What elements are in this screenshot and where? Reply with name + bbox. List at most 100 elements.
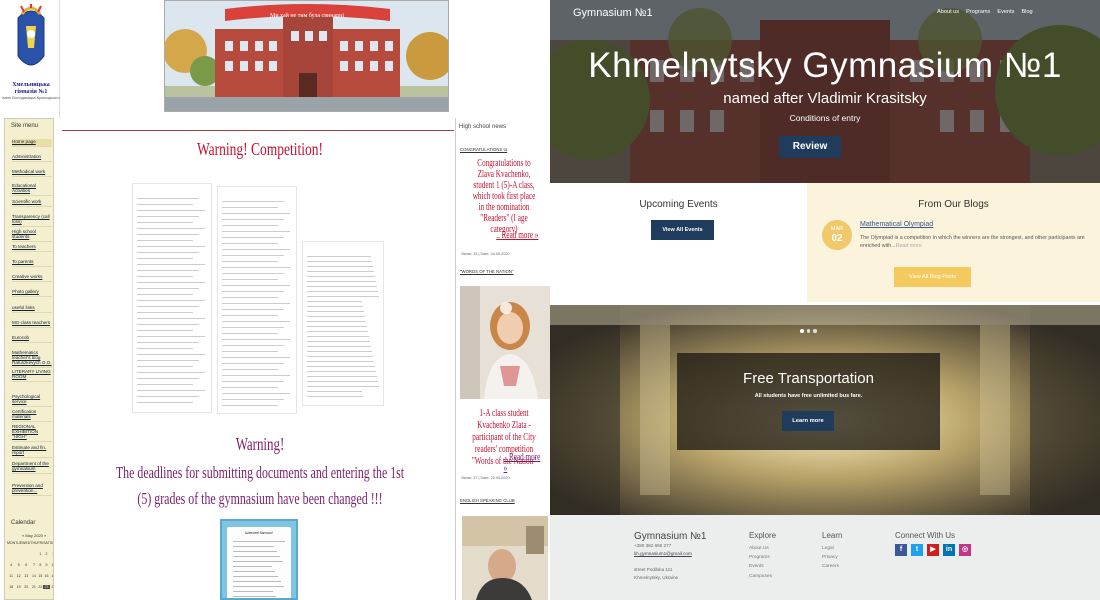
news-item-1-text: Congratulations to Zlava Kvachenko, stud… (472, 158, 536, 235)
calendar-weekday: MON (7, 541, 16, 545)
sidebar-item-scientific[interactable]: Scientific work (12, 199, 52, 207)
site-logo[interactable]: Хмельницька гімназія №1 імені Володимира… (0, 0, 60, 118)
sidebar-item-literary[interactable]: LITERARY LIVING ROOM (12, 369, 52, 382)
sidebar-item-high-school[interactable]: High school students (12, 229, 52, 242)
calendar-day (15, 552, 22, 556)
blogs-title: From Our Blogs (918, 199, 989, 210)
footer-address-line1: street Podilska 111 (634, 567, 673, 572)
sidebar-item-photo[interactable]: Photo gallery (12, 289, 52, 297)
news-category-english-club[interactable]: ENGLISH SPEAKING CLUB (460, 498, 515, 503)
sidebar-item-teachers[interactable]: To teachers (12, 244, 52, 252)
calendar-weekday: WED (22, 541, 31, 545)
sidebar-item-home[interactable]: Home page (12, 139, 52, 147)
blogs-section: From Our Blogs MAR 02 Mathematical Olymp… (807, 183, 1100, 302)
footer-phone[interactable]: +380 382 656 277 (634, 543, 671, 548)
slider-dot-3[interactable] (813, 329, 817, 333)
nav-about[interactable]: About us (937, 9, 959, 15)
footer-link-campuses[interactable]: Campuses (749, 574, 772, 579)
footer-address-line2: Khmelnytsky, Ukraine (634, 575, 679, 580)
blog-post-excerpt: The Olympiad is a competition in which t… (860, 234, 1100, 250)
parents-notice-poster[interactable]: Шановні батьки! (220, 519, 298, 600)
calendar-day[interactable]: 20 (22, 585, 30, 589)
calendar-day (22, 552, 30, 556)
nav-programs[interactable]: Programs (966, 9, 990, 15)
sidebar-item-certification[interactable]: Certification materials (12, 409, 52, 422)
sidebar-item-creative[interactable]: Creative works (12, 274, 52, 282)
sidebar-item-educational[interactable]: Educational Activities (12, 183, 52, 196)
sidebar-item-transparency[interactable]: Transparency (call loss) (12, 214, 52, 227)
sidebar-item-math-blog[interactable]: Mathematics teacher's blog Rafuszkevych … (12, 350, 52, 368)
calendar-day[interactable]: 7 (30, 563, 37, 567)
slider-dot-2[interactable] (806, 329, 810, 333)
calendar-weekday: SUN (49, 541, 53, 545)
sidebar-item-eurocob[interactable]: Eurocob (12, 335, 52, 343)
twitter-icon[interactable]: t (911, 544, 923, 556)
facebook-icon[interactable]: f (895, 544, 907, 556)
view-all-blog-posts-button[interactable]: View All Blog Posts (894, 267, 971, 287)
sidebar-item-mo[interactable]: MO class teachers (12, 320, 52, 328)
footer-explore-title: Explore (749, 531, 777, 540)
sidebar-item-methodical[interactable]: Methodical work (12, 169, 52, 177)
sidebar-item-prevention[interactable]: Prevention and prevention... (12, 483, 52, 496)
sidebar-item-department[interactable]: Department of the gymnasium (12, 461, 52, 474)
competition-document-page-2[interactable] (217, 186, 297, 414)
sidebar-item-parents[interactable]: To parents (12, 259, 52, 267)
calendar-day[interactable]: 24 (50, 585, 53, 589)
banner-ribbon: Ми хай не тим була свинарні (270, 12, 344, 19)
sidebar-item-administration[interactable]: Administration (12, 154, 52, 162)
calendar-day[interactable]: 10 (50, 563, 53, 567)
footer-link-events[interactable]: Events (749, 564, 764, 569)
blog-date-badge: MAR 02 (822, 220, 852, 250)
review-button[interactable]: Review (779, 136, 841, 158)
footer-link-careers[interactable]: Careers (822, 564, 839, 569)
calendar-day[interactable]: 5 (15, 563, 22, 567)
news-photo-student[interactable] (460, 286, 550, 399)
news-category-words-of-nation[interactable]: "WORDS OF THE NATION" (460, 269, 514, 274)
learn-more-button[interactable]: Learn more (782, 411, 834, 431)
footer-link-privacy[interactable]: Privacy (822, 555, 838, 560)
calendar-day[interactable]: 21 (30, 585, 37, 589)
blog-badge-month: MAR (830, 226, 844, 232)
slider-dot-1[interactable] (800, 329, 804, 333)
brand-logo[interactable]: Gymnasium №1 (573, 7, 653, 19)
calendar-day[interactable]: 14 (30, 574, 37, 578)
calendar-day[interactable]: 19 (15, 585, 22, 589)
blog-read-more[interactable]: Read more (896, 243, 922, 249)
sidebar-item-estimate[interactable]: Estimate and fin. report (12, 445, 52, 458)
linkedin-icon[interactable]: in (943, 544, 955, 556)
view-all-events-button[interactable]: View All Events (651, 220, 714, 240)
hero-conditions: Conditions of entry (789, 113, 861, 123)
footer-email[interactable]: kh.gymnasium1@gmail.com (634, 551, 692, 556)
calendar-day[interactable]: 17 (50, 574, 53, 578)
calendar-day[interactable]: 4 (7, 563, 15, 567)
footer-link-legal[interactable]: Legal (822, 546, 834, 551)
calendar-month[interactable]: « May 2020 » (22, 533, 46, 538)
instagram-icon[interactable]: ◎ (959, 544, 971, 556)
competition-document-page-3[interactable] (302, 241, 384, 406)
slide-caption-box: Free Transportation All students have fr… (677, 353, 940, 450)
sidebar-item-psychological[interactable]: Psychological service (12, 394, 52, 407)
sidebar-item-exhibition[interactable]: REGIONAL EXHIBITION "HIGH" (12, 424, 52, 442)
news-item-2-read-more[interactable]: .. Read more » (504, 452, 543, 474)
sidebar-item-links[interactable]: useful links (12, 305, 52, 313)
nav-events[interactable]: Events (997, 9, 1014, 15)
calendar-day[interactable]: 13 (22, 574, 30, 578)
old-site: Хмельницька гімназія №1 імені Володимира… (0, 0, 550, 600)
news-category-congratulations[interactable]: CONGRATULATIONS to (460, 147, 507, 152)
footer-link-programs[interactable]: Programs (749, 555, 770, 560)
calendar-day[interactable]: 12 (15, 574, 22, 578)
calendar-day[interactable]: 3 (50, 552, 53, 556)
competition-document-page-1[interactable] (132, 183, 212, 413)
news-item-1-read-more[interactable]: .. Read more » (496, 230, 538, 241)
calendar-day[interactable]: 6 (22, 563, 30, 567)
events-title: Upcoming Events (639, 199, 718, 210)
calendar-day (7, 552, 15, 556)
footer-link-about[interactable]: About Us (749, 546, 769, 551)
youtube-icon[interactable]: ▶ (927, 544, 939, 556)
calendar-day[interactable]: 11 (7, 574, 15, 578)
blog-post-title[interactable]: Mathematical Olympiad (860, 221, 933, 228)
deadline-warning-text: The deadlines for submitting documents a… (115, 463, 405, 508)
calendar-day[interactable]: 18 (7, 585, 15, 589)
news-photo-english-club[interactable] (462, 516, 548, 600)
nav-blog[interactable]: Blog (1021, 9, 1032, 15)
